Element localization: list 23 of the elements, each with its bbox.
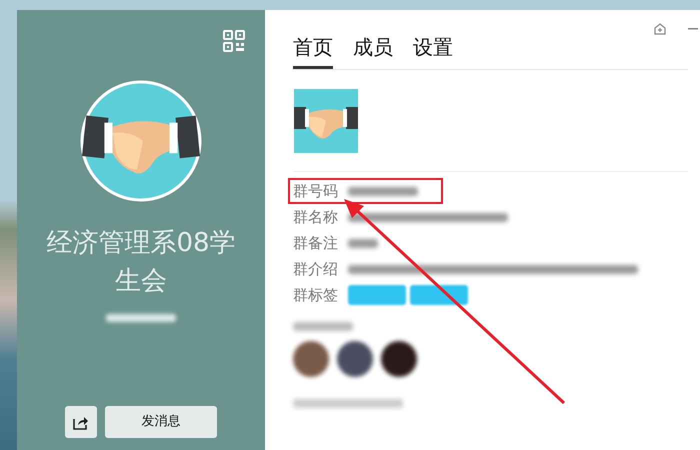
group-name: 经济管理系08学生会 [45, 227, 237, 298]
field-label: 群介绍 [293, 258, 339, 280]
blurred-value [348, 186, 418, 196]
share-icon [73, 414, 89, 430]
blurred-admins-heading [293, 322, 353, 331]
avatar-placeholder[interactable] [293, 341, 329, 377]
tab[interactable]: 首页 [293, 32, 333, 69]
handshake-group-picture [294, 89, 358, 153]
tab[interactable]: 设置 [413, 32, 453, 69]
send-message-button[interactable]: 发消息 [105, 406, 217, 438]
blurred-value [348, 238, 378, 248]
tab[interactable]: 成员 [353, 32, 393, 69]
avatar-placeholder[interactable] [337, 341, 373, 377]
minimize-icon[interactable] [688, 28, 698, 30]
qr-code-icon[interactable] [223, 30, 245, 52]
field-label: 群名称 [293, 206, 339, 228]
field-label: 群号码 [293, 180, 339, 202]
share-button[interactable] [65, 406, 97, 438]
blurred-tag[interactable] [410, 285, 468, 305]
field-label: 群标签 [293, 284, 339, 306]
avatar-placeholder[interactable] [381, 341, 417, 377]
field-label: 群备注 [293, 232, 339, 254]
blurred-group-number [106, 314, 176, 322]
